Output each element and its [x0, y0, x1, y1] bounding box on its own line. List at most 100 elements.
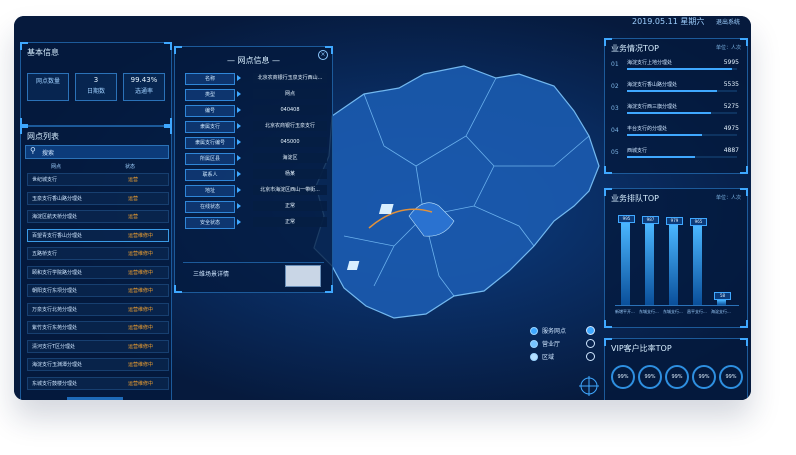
chart-bar[interactable]: [645, 224, 654, 305]
arrow-icon: [237, 187, 241, 193]
basic-info-panel: 基本信息 网点数量 3 日期数 99.43% 选通率: [20, 42, 172, 126]
chart-category-label: 东城支行...: [639, 309, 659, 314]
vip-ratio-ring: 99%: [692, 365, 716, 389]
branch-status: 运营维修中: [128, 325, 154, 331]
list-item[interactable]: 世纪城支行 运营: [27, 173, 169, 186]
rank-value: 5995: [723, 59, 739, 66]
list-item[interactable]: 清河支行T区分理处 运营维修中: [27, 339, 169, 353]
exit-link[interactable]: 退出系统: [716, 17, 740, 26]
info-label-5: 所属区县: [185, 153, 235, 165]
building-thumbnail[interactable]: [285, 265, 321, 287]
legend-icon: [530, 353, 538, 361]
list-item[interactable]: 玉泉支行香山路分理处 运营: [27, 191, 169, 205]
branch-name: 世纪城支行: [32, 177, 58, 183]
info-value-0: 北京农商银行玉泉支行西山...: [253, 73, 327, 83]
view-3d-label: 三维场景详情: [193, 271, 230, 278]
branch-status: 运营维修中: [128, 288, 154, 294]
branch-status: 运营维修中: [128, 251, 154, 257]
rank-name: 海淀支行上地分理处: [627, 60, 673, 66]
branch-info-title-text: 网点信息: [237, 56, 270, 65]
legend-label: 区域: [542, 354, 555, 361]
vip-ratio-ring: 99%: [611, 365, 635, 389]
close-icon[interactable]: ×: [318, 50, 328, 60]
chart-bar[interactable]: [693, 225, 702, 305]
header-date: 2019.05.11 星期六: [632, 17, 705, 26]
chart-data-label: 58: [714, 292, 731, 301]
legend-icon: [530, 340, 538, 348]
vip-ratio-ring: 99%: [665, 365, 689, 389]
branch-name: 百望青支行香山分理处: [32, 232, 83, 239]
legend-radio[interactable]: [586, 352, 595, 361]
info-value-3: 北京农商银行玉泉支行: [253, 121, 327, 131]
branch-name: 玉泉支行香山路分理处: [32, 195, 83, 202]
rank-value: 4975: [723, 125, 739, 132]
search-box[interactable]: ⚲ 搜索: [25, 145, 169, 159]
branch-status: 运营: [128, 195, 139, 202]
rank-number: 02: [611, 83, 619, 90]
queue-top-panel: 业务排队TOP 单位：人次 995 新增平开... 987 东城支行... 979 东城支…: [604, 188, 748, 328]
rank-value: 4887: [723, 147, 739, 154]
branch-name: 颐和支行学院路分理处: [32, 269, 83, 276]
arrow-icon: [237, 171, 241, 177]
col-header-name: 网点: [51, 164, 62, 170]
legend-icon: [530, 327, 538, 335]
chart-x-axis: [615, 305, 739, 306]
map-legend: 服务网点营业厅区域: [528, 326, 598, 368]
branch-name: 万泉支行北苑分理处: [32, 306, 78, 313]
chart-bar[interactable]: [621, 223, 630, 305]
info-label-9: 安全状态: [185, 217, 235, 229]
rank-number: 03: [611, 105, 619, 112]
legend-item[interactable]: 营业厅: [528, 339, 598, 349]
info-value-6: 杨某: [253, 169, 327, 179]
list-item[interactable]: 紫竹支行东苑分理处 运营维修中: [27, 321, 169, 334]
dashboard-window: 2019.05.11 星期六 退出系统 基本信息 网点数量 3 日期数 99.4…: [14, 16, 751, 400]
info-label-6: 联系人: [185, 169, 235, 181]
legend-radio[interactable]: [586, 339, 595, 348]
rank-value: 5535: [723, 81, 739, 88]
branch-status: 运营维修中: [128, 343, 154, 350]
info-label-7: 地址: [185, 185, 235, 197]
chart-category-label: 新增平开...: [615, 309, 635, 314]
info-label-0: 名称: [185, 73, 235, 85]
info-value-1: 网点: [253, 89, 327, 99]
legend-item[interactable]: 服务网点: [528, 326, 598, 336]
vip-top-title: VIP客户比率TOP: [611, 344, 672, 353]
list-item[interactable]: 五路桥支行 运营维修中: [27, 247, 169, 260]
arrow-icon: [237, 203, 241, 209]
list-item[interactable]: 万泉支行北苑分理处 运营维修中: [27, 302, 169, 316]
chart-category-label: 昌平支行...: [687, 309, 707, 314]
chart-data-label: 965: [690, 217, 707, 226]
rank-bar-fill: [627, 134, 702, 136]
arrow-icon: [237, 75, 241, 81]
chart-bar[interactable]: [669, 224, 678, 305]
list-item[interactable]: 东城支行鼓楼分理处 运营维修中: [27, 376, 169, 390]
list-item[interactable]: 海淀区航天桥分理处 运营: [27, 210, 169, 223]
rank-number: 04: [611, 127, 619, 134]
list-item[interactable]: 颐和支行学院路分理处 运营维修中: [27, 265, 169, 279]
branch-name: 朝阳支行东坝分理处: [32, 288, 78, 294]
queue-bar-chart: 995 新增平开... 987 东城支行... 979 东城支行... 965 昌平支行...…: [605, 189, 747, 327]
vip-top-panel: VIP客户比率TOP 99% 99% 99% 99% 99%: [604, 338, 748, 400]
list-item[interactable]: 朝阳支行东坝分理处 运营维修中: [27, 284, 169, 297]
rank-value: 5275: [723, 103, 739, 110]
stat-value: 3: [93, 76, 99, 84]
branch-status: 运营维修中: [128, 269, 154, 276]
list-item[interactable]: 百望青支行香山分理处 运营维修中: [27, 228, 169, 242]
search-label: 搜索: [42, 150, 55, 157]
pagination[interactable]: [67, 397, 123, 400]
view-3d-section[interactable]: 三维场景详情: [183, 262, 324, 287]
biz-top-panel: 业务情况TOP 单位：人次 01 海淀支行上地分理处 5995 02 海淀支行香山路分理…: [604, 38, 748, 174]
legend-radio[interactable]: [586, 326, 595, 335]
branch-status: 运营维修中: [128, 380, 154, 387]
legend-item[interactable]: 区域: [528, 352, 598, 362]
list-item[interactable]: 海淀支行玉渊潭分理处 运营维修中: [27, 358, 169, 371]
info-value-5: 海淀区: [253, 153, 327, 163]
branch-status: 运营: [128, 214, 139, 220]
biz-top-unit: 单位：人次: [715, 45, 741, 51]
branch-status: 运营维修中: [128, 362, 154, 368]
branch-name: 紫竹支行东苑分理处: [32, 325, 78, 331]
arrow-icon: [237, 219, 241, 225]
branch-status: 运营: [128, 177, 139, 183]
branch-name: 五路桥支行: [32, 251, 58, 257]
branch-list-panel: 网点列表 ⚲ 搜索 网点 状态 世纪城支行 运营 玉泉支行香山路分理处 运营 海淀区航天…: [20, 126, 172, 400]
